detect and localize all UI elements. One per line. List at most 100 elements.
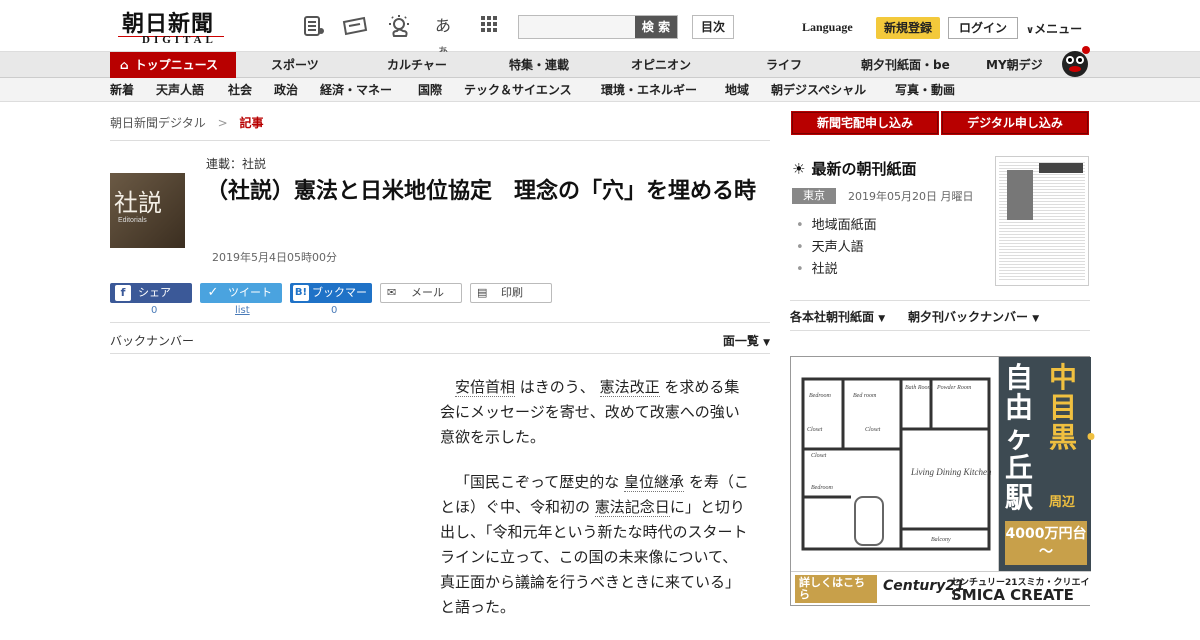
nav-item-opinion[interactable]: オピニオン <box>631 52 691 78</box>
paragraph: 安倍首相 はきのう、 憲法改正 を求める集会にメッセージを寄せ、改めて改憲への強… <box>440 375 750 450</box>
subnav-item[interactable]: 国際 <box>418 78 442 102</box>
plan-label: Powder Room <box>936 385 972 391</box>
facebook-count: 0 <box>151 305 158 316</box>
font-size-icon[interactable]: ああ <box>430 14 456 58</box>
morning-edition-label: 各本社朝刊紙面 <box>790 310 875 324</box>
hatena-bookmark-button[interactable]: B! ブックマーク <box>290 283 372 319</box>
divider <box>790 300 1090 301</box>
breadcrumb: 朝日新聞デジタル > 記事 <box>110 114 264 131</box>
logo-sub-text: DIGITAL <box>142 34 217 46</box>
plan-label: Bed room <box>853 393 877 399</box>
ticket-icon[interactable] <box>342 14 368 38</box>
backnumber-label[interactable]: バックナンバー <box>110 332 194 349</box>
subnav-item[interactable]: 天声人語 <box>156 78 204 102</box>
mascot-icon <box>1058 44 1092 78</box>
ad-cta-button[interactable]: 詳しくはこちら <box>795 575 877 603</box>
paragraph: 「国民こぞって歴史的な 皇位継承 を寿（ことほ）ぐ中、令和初の 憲法記念日に」と… <box>440 470 750 620</box>
nav-item-culture[interactable]: カルチャー <box>387 52 447 78</box>
subnav-item[interactable]: 写真・動画 <box>895 78 955 102</box>
home-icon: ⌂ <box>120 58 129 72</box>
ad-right-panel: 中目黒・ 自由ヶ丘駅 周辺 4000万円台～ <box>999 357 1105 571</box>
triangle-down-icon: ▼ <box>1032 314 1040 324</box>
keyword-link[interactable]: 憲法改正 <box>599 378 660 397</box>
subscribe-paper-button[interactable]: 新聞宅配申し込み <box>792 112 938 134</box>
login-button[interactable]: ログイン <box>948 17 1018 39</box>
plan-label: Bedroom <box>811 485 833 491</box>
thumb-english: Editorials <box>118 217 147 224</box>
floor-plan-image: Bedroom Bed room Bath Room Powder Room L… <box>791 357 999 571</box>
breadcrumb-home[interactable]: 朝日新聞デジタル <box>110 116 206 130</box>
subnav-item[interactable]: 政治 <box>274 78 298 102</box>
facebook-share-button[interactable]: f シェア <box>110 283 192 303</box>
triangle-down-icon: ▼ <box>763 338 770 348</box>
sidebar-link-editorial[interactable]: 社説 <box>796 258 838 277</box>
contents-button[interactable]: 目次 <box>692 15 734 39</box>
keyword-link[interactable]: 憲法記念日 <box>594 498 670 517</box>
search-button[interactable]: 検 索 <box>635 16 677 38</box>
plan-label: Closet <box>811 453 827 459</box>
divider <box>110 140 770 141</box>
subnav-item[interactable]: 新着 <box>110 78 134 102</box>
plan-label: Balcony <box>931 537 951 543</box>
tweet-label: ツイート <box>228 286 272 299</box>
subnav-item[interactable]: 経済・マネー <box>320 78 392 102</box>
topnews-label: トップニュース <box>134 58 218 72</box>
newspaper-thumbnail[interactable] <box>995 156 1089 286</box>
nav-item-paper[interactable]: 朝夕刊紙面・be <box>861 52 950 78</box>
print-button[interactable]: ▤ 印刷 <box>470 283 552 303</box>
tweet-count[interactable]: list <box>235 305 250 316</box>
hatena-count: 0 <box>331 305 338 316</box>
sidebar-link-tensei[interactable]: 天声人語 <box>796 236 864 255</box>
nav-item-topnews[interactable]: ⌂ トップニュース <box>110 52 236 78</box>
editorial-thumbnail[interactable]: 社説 Editorials <box>110 173 185 248</box>
sun-icon: ☀ <box>792 160 806 178</box>
subscribe-digital-button[interactable]: デジタル申し込み <box>942 112 1088 134</box>
menu-button[interactable]: ∨メニュー <box>1026 20 1082 37</box>
plan-label: Closet <box>865 427 881 433</box>
keyword-link[interactable]: 安倍首相 <box>455 378 516 397</box>
sidebar-link-regional[interactable]: 地域面紙面 <box>796 214 877 233</box>
advertisement[interactable]: Bedroom Bed room Bath Room Powder Room L… <box>790 356 1105 606</box>
weather-icon[interactable] <box>386 14 412 38</box>
search-box: 検 索 <box>518 15 678 39</box>
backnumber-bar: バックナンバー 面一覧 ▼ <box>110 322 770 354</box>
nav-item-my[interactable]: MY朝デジ <box>986 52 1043 78</box>
plan-label: Closet <box>807 427 823 433</box>
site-logo[interactable]: 朝日新聞 DIGITAL <box>112 6 230 48</box>
morning-edition-dropdown[interactable]: 各本社朝刊紙面 ▼ <box>790 308 885 325</box>
text-span: 「国民こぞって歴史的な <box>455 473 620 491</box>
subnav-item[interactable]: 環境・エネルギー <box>601 78 697 102</box>
site-header: 朝日新聞 DIGITAL ああ 検 索 目次 Language 新規登録 ログイ… <box>0 0 1200 58</box>
region-badge[interactable]: 東京 <box>792 188 836 204</box>
language-link[interactable]: Language <box>802 20 853 35</box>
printer-icon: ▤ <box>477 286 488 299</box>
nav-item-features[interactable]: 特集・連載 <box>509 52 569 78</box>
article-title: （社説）憲法と日米地位協定 理念の「穴」を埋める時 <box>206 179 757 204</box>
backnumber-dropdown[interactable]: 朝夕刊バックナンバー ▼ <box>908 308 1039 325</box>
ad-footer: 詳しくはこちら Century21 センチュリー21スミカ・クリエイト SMIC… <box>791 571 1091 605</box>
series-label[interactable]: 連載：社説 <box>206 155 266 172</box>
triangle-down-icon: ▼ <box>878 314 886 324</box>
register-button[interactable]: 新規登録 <box>876 17 940 39</box>
breadcrumb-separator: > <box>217 116 228 130</box>
nav-item-sports[interactable]: スポーツ <box>271 52 319 78</box>
newspaper-icon[interactable] <box>301 14 327 38</box>
subnav-item[interactable]: 地域 <box>725 78 749 102</box>
keyword-link[interactable]: 皇位継承 <box>624 473 685 492</box>
ad-area-bottom: 自由ヶ丘駅 <box>1005 361 1034 514</box>
grid-menu-icon[interactable] <box>476 14 502 38</box>
nav-item-life[interactable]: ライフ <box>766 52 802 78</box>
mail-button[interactable]: ✉ メール <box>380 283 462 303</box>
subnav-item[interactable]: テック＆サイエンス <box>464 78 572 102</box>
subnav-item[interactable]: 朝デジスペシャル <box>771 78 866 102</box>
tweet-button[interactable]: ✓ ツイート <box>200 283 282 303</box>
page-list-dropdown[interactable]: 面一覧 ▼ <box>723 332 770 349</box>
text-span: はきのう、 <box>519 378 595 396</box>
twitter-bird-icon: ✓ <box>207 285 219 300</box>
facebook-share-label: シェア <box>138 286 171 299</box>
ad-area-around: 周辺 <box>1049 495 1076 510</box>
ad-brand-en: SMICA CREATE <box>951 586 1074 604</box>
mail-icon: ✉ <box>387 286 397 299</box>
search-input[interactable] <box>519 16 637 38</box>
subnav-item[interactable]: 社会 <box>228 78 252 102</box>
